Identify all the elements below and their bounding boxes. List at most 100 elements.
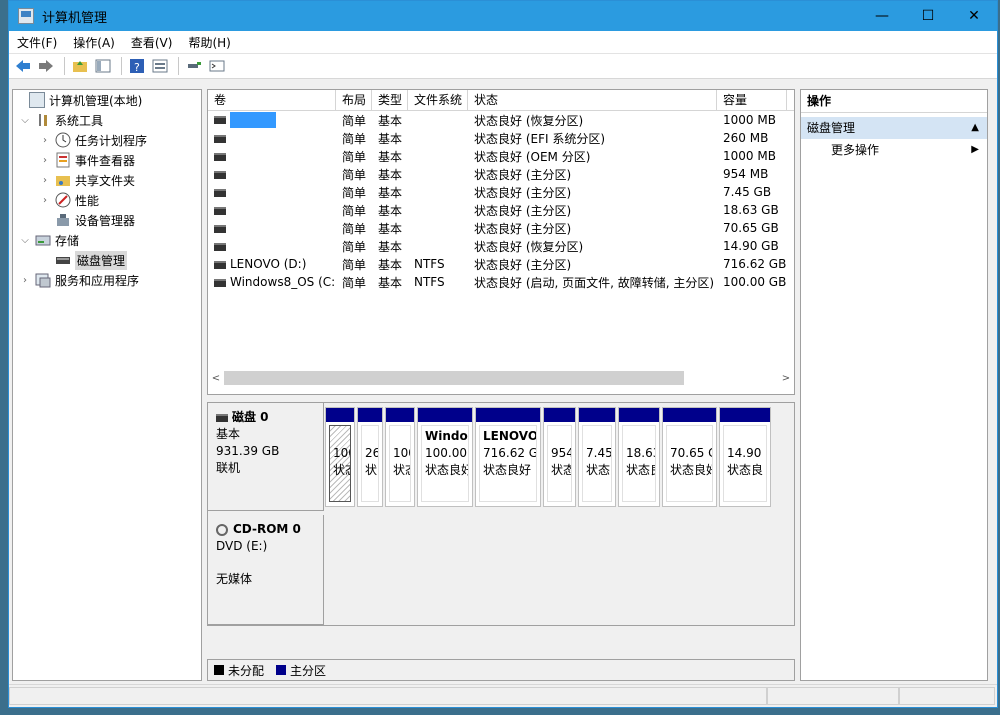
cell-status: 状态良好 (EFI 系统分区) <box>474 131 606 146</box>
table-row[interactable]: 简单 基本 状态良好 (主分区) 954 MB <box>208 165 794 183</box>
table-row[interactable]: LENOVO (D:) 简单 基本 NTFS 状态良好 (主分区) 716.62 GB <box>208 255 794 273</box>
cell-type: 基本 <box>378 167 403 182</box>
up-folder-icon[interactable] <box>70 57 90 75</box>
partition-block[interactable]: 7.45 (状态良 <box>578 407 616 507</box>
tree-item-storage[interactable]: ⌵ 存储 <box>13 230 201 250</box>
minimize-button[interactable]: — <box>859 1 905 31</box>
tree-item-device-manager[interactable]: 设备管理器 <box>13 210 201 230</box>
help-icon[interactable]: ? <box>127 57 147 75</box>
actions-section-disk-management[interactable]: 磁盘管理 ▲ <box>801 117 987 139</box>
tree-item-event-viewer[interactable]: › 事件查看器 <box>13 150 201 170</box>
menu-bar: 文件(F) 操作(A) 查看(V) 帮助(H) <box>9 31 997 54</box>
table-row[interactable]: 简单 基本 状态良好 (恢复分区) 14.90 GB <box>208 237 794 255</box>
chevron-right-icon[interactable]: › <box>39 135 51 146</box>
legend-primary: 主分区 <box>290 663 327 678</box>
maximize-button[interactable]: ☐ <box>905 1 951 31</box>
tree-item-disk-management[interactable]: 磁盘管理 <box>13 250 201 270</box>
tools-icon <box>35 112 51 128</box>
partition-block[interactable]: 100 状态 <box>325 407 355 507</box>
chevron-right-icon[interactable]: › <box>39 155 51 166</box>
primary-partition-bar <box>326 408 354 422</box>
cdrom-icon <box>216 523 228 536</box>
menu-view[interactable]: 查看(V) <box>123 34 181 51</box>
column-type[interactable]: 类型 <box>372 90 408 110</box>
connect-icon[interactable] <box>184 57 204 75</box>
volume-icon <box>214 260 226 269</box>
partition-status: 状态 <box>551 463 571 477</box>
legend: 未分配 主分区 <box>207 659 795 681</box>
collapse-up-icon[interactable]: ▲ <box>971 117 979 139</box>
partition-info: 70.65 C 状态良好 <box>666 425 713 502</box>
scroll-left-icon[interactable]: < <box>208 373 224 384</box>
table-row[interactable]: 简单 基本 状态良好 (EFI 系统分区) 260 MB <box>208 129 794 147</box>
partition-block[interactable]: Windov 100.00 状态良好 <box>417 407 473 507</box>
partition-status: 状态良 <box>586 463 611 477</box>
table-row[interactable]: Windows8_OS (C:) 简单 基本 NTFS 状态良好 (启动, 页面文件, … <box>208 273 794 291</box>
more-actions-item[interactable]: 更多操作 ▶ <box>801 139 987 161</box>
tree-item-root[interactable]: 计算机管理(本地) <box>13 90 201 110</box>
partition-block[interactable]: 100 状态 <box>385 407 415 507</box>
menu-help[interactable]: 帮助(H) <box>180 34 238 51</box>
partition-name: LENOVO <box>483 429 537 443</box>
close-button[interactable]: ✕ <box>951 1 997 31</box>
cell-capacity: 14.90 GB <box>723 239 779 253</box>
partition-block[interactable]: 26 状 <box>357 407 383 507</box>
tree-item-shared-folders[interactable]: › 共享文件夹 <box>13 170 201 190</box>
chevron-down-icon[interactable]: ⌵ <box>19 235 31 246</box>
partition-block[interactable]: 70.65 C 状态良好 <box>662 407 717 507</box>
tree-label-device-manager: 设备管理器 <box>75 213 136 228</box>
chevron-right-icon[interactable]: › <box>39 195 51 206</box>
menu-action[interactable]: 操作(A) <box>65 34 123 51</box>
chevron-down-icon[interactable]: ⌵ <box>19 115 31 126</box>
scroll-right-icon[interactable]: > <box>778 373 794 384</box>
partition-size: 954 <box>551 446 572 460</box>
table-row[interactable]: 简单 基本 状态良好 (主分区) 18.63 GB <box>208 201 794 219</box>
primary-partition-bar <box>720 408 770 422</box>
partition-block[interactable]: LENOVO 716.62 GI 状态良好 <box>475 407 541 507</box>
cell-status: 状态良好 (恢复分区) <box>474 113 584 128</box>
forward-arrow-icon[interactable] <box>36 57 56 75</box>
cell-type: 基本 <box>378 113 403 128</box>
tree-item-system-tools[interactable]: ⌵ 系统工具 <box>13 110 201 130</box>
cdrom-label[interactable]: CD-ROM 0 DVD (E:) 无媒体 <box>208 515 324 625</box>
disk0-label[interactable]: 磁盘 0 基本 931.39 GB 联机 <box>208 403 324 511</box>
table-row[interactable]: 简单 基本 状态良好 (主分区) 7.45 GB <box>208 183 794 201</box>
column-layout[interactable]: 布局 <box>336 90 372 110</box>
tree-item-performance[interactable]: › 性能 <box>13 190 201 210</box>
show-hide-tree-icon[interactable] <box>93 57 113 75</box>
chevron-right-icon[interactable]: › <box>39 175 51 186</box>
partition-status: 状态 <box>333 463 350 477</box>
cell-capacity: 70.65 GB <box>723 221 779 235</box>
disk-graphical-view: 磁盘 0 基本 931.39 GB 联机 100 状态 26 状 100 状态 Windov… <box>207 402 795 626</box>
cell-type: 基本 <box>378 257 403 272</box>
horizontal-scrollbar[interactable]: < > <box>208 370 794 386</box>
tree-item-services-apps[interactable]: › 服务和应用程序 <box>13 270 201 290</box>
column-filesystem[interactable]: 文件系统 <box>408 90 468 110</box>
table-row[interactable]: 简单 基本 状态良好 (恢复分区) 1000 MB <box>208 111 794 129</box>
column-capacity[interactable]: 容量 <box>717 90 787 110</box>
partition-block[interactable]: 14.90 (状态良 <box>719 407 771 507</box>
scroll-thumb[interactable] <box>224 371 684 385</box>
properties-icon[interactable] <box>150 57 170 75</box>
partition-block[interactable]: 954 状态 <box>543 407 576 507</box>
table-row[interactable]: 简单 基本 状态良好 (OEM 分区) 1000 MB <box>208 147 794 165</box>
tree-item-task-scheduler[interactable]: › 任务计划程序 <box>13 130 201 150</box>
more-actions-label: 更多操作 <box>831 143 880 157</box>
partition-block[interactable]: 18.63 状态良 <box>618 407 660 507</box>
primary-partition-bar <box>386 408 414 422</box>
column-status[interactable]: 状态 <box>468 90 717 110</box>
console-icon[interactable] <box>207 57 227 75</box>
cdrom-title: CD-ROM 0 <box>233 522 301 536</box>
cell-type: 基本 <box>378 203 403 218</box>
disk0-type: 基本 <box>216 427 241 441</box>
column-volume[interactable]: 卷 <box>208 90 336 110</box>
table-row[interactable]: 简单 基本 状态良好 (主分区) 70.65 GB <box>208 219 794 237</box>
menu-file[interactable]: 文件(F) <box>9 34 65 51</box>
tree-label-task-scheduler: 任务计划程序 <box>75 133 148 148</box>
services-icon <box>35 272 51 288</box>
back-arrow-icon[interactable] <box>13 57 33 75</box>
unallocated-swatch <box>214 665 224 675</box>
cell-layout: 简单 <box>342 221 367 236</box>
chevron-right-icon[interactable]: › <box>19 275 31 286</box>
device-manager-icon <box>55 212 71 228</box>
